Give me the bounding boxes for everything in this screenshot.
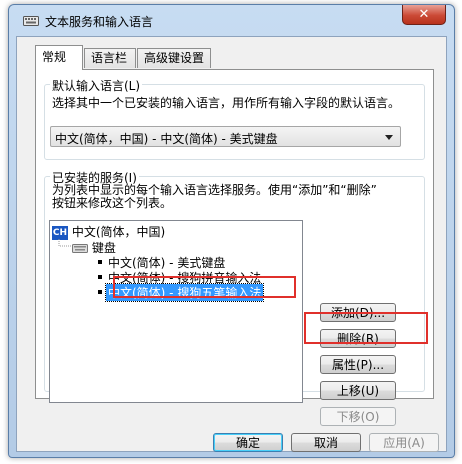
keyboard-icon [23, 16, 39, 26]
bullet-icon [98, 290, 102, 294]
tab-advanced-key-settings[interactable]: 高级键设置 [137, 48, 211, 68]
tree-language-label: 中文(简体，中国) [71, 225, 166, 239]
services-tree[interactable]: CH 中文(简体，中国) 键盘 中文(简体) - 美式键盘 中文(简体) - 搜… [49, 220, 303, 403]
bullet-icon [98, 275, 102, 279]
tab-general[interactable]: 常规 [35, 45, 83, 70]
keyboard-small-icon [72, 244, 88, 253]
add-button[interactable]: 添加(D)... [320, 303, 396, 322]
apply-button[interactable]: 应用(A) [369, 433, 439, 452]
tab-panel-general: 默认输入语言(L) 选择其中一个已安装的输入语言，用作所有输入字段的默认语言。 … [35, 69, 434, 426]
properties-button[interactable]: 属性(P)... [320, 355, 396, 374]
bullet-icon [98, 260, 102, 264]
title-bar[interactable]: 文本服务和输入语言 ✕ [9, 5, 454, 35]
default-language-label: 默认输入语言(L) [50, 77, 143, 94]
close-icon: ✕ [418, 7, 430, 22]
default-language-dropdown[interactable]: 中文(简体，中国) - 中文(简体) - 美式键盘 [50, 126, 401, 147]
move-down-button[interactable]: 下移(O) [320, 407, 396, 426]
move-up-button[interactable]: 上移(U) [320, 381, 396, 400]
tree-connector-line [58, 239, 72, 247]
tree-item-sogou-wubi[interactable]: 中文(简体) - 搜狗五笔输入法 [104, 283, 265, 302]
language-badge-icon: CH [52, 225, 68, 240]
tree-keyboard-label: 键盘 [91, 241, 116, 255]
window-title: 文本服务和输入语言 [45, 15, 154, 29]
dropdown-selected-value: 中文(简体，中国) - 中文(简体) - 美式键盘 [55, 132, 278, 146]
installed-services-description-line2: 按钮来修改这个列表。 [52, 196, 173, 210]
tree-node-language[interactable]: CH 中文(简体，中国) [52, 223, 165, 240]
remove-button[interactable]: 删除(R) [320, 329, 396, 348]
dialog-window: 文本服务和输入语言 ✕ 常规 语言栏 高级键设置 默认输入语言(L) 选择其中一… [8, 4, 455, 458]
chevron-down-icon [385, 135, 393, 140]
cancel-button[interactable]: 取消 [291, 433, 361, 452]
default-language-description: 选择其中一个已安装的输入语言，用作所有输入字段的默认语言。 [52, 96, 401, 110]
dialog-client-area: 常规 语言栏 高级键设置 默认输入语言(L) 选择其中一个已安装的输入语言，用作… [16, 36, 447, 452]
close-button[interactable]: ✕ [402, 5, 446, 25]
ok-button[interactable]: 确定 [213, 433, 283, 452]
tab-language-bar[interactable]: 语言栏 [84, 48, 136, 68]
